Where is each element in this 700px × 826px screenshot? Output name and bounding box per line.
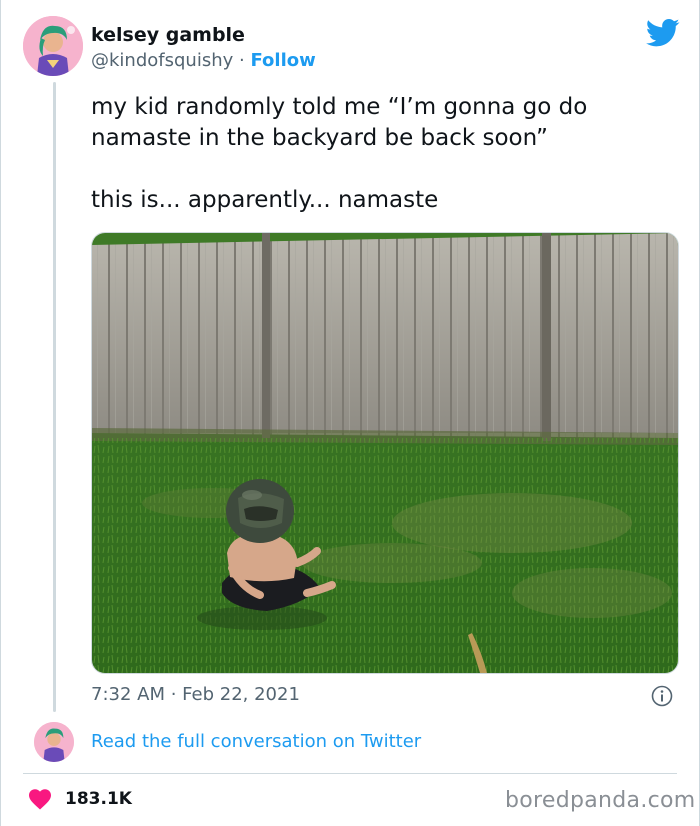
thread-line xyxy=(53,82,56,712)
read-conversation-link[interactable]: Read the full conversation on Twitter xyxy=(91,731,421,752)
author-name[interactable]: kelsey gamble xyxy=(91,24,245,46)
author-handle-row: @kindofsquishy · Follow xyxy=(91,50,316,71)
tweet-line-1: my kid randomly told me “I’m gonna go do… xyxy=(91,94,588,151)
conversation-avatar[interactable] xyxy=(34,722,74,762)
tweet-photo[interactable] xyxy=(91,232,679,674)
author-handle[interactable]: @kindofsquishy xyxy=(91,50,233,71)
follow-button[interactable]: Follow xyxy=(250,50,315,71)
like-count: 183.1K xyxy=(65,789,132,809)
tweet-line-2: this is... apparently... namaste xyxy=(91,187,439,213)
backyard-photo xyxy=(92,233,678,673)
separator-dot: · xyxy=(239,50,245,71)
info-icon[interactable] xyxy=(651,685,673,707)
tweet-text: my kid randomly told me “I’m gonna go do… xyxy=(91,92,681,216)
watermark: boredpanda.com xyxy=(505,788,696,813)
twitter-bird-icon[interactable] xyxy=(646,18,680,48)
author-avatar[interactable] xyxy=(23,16,83,76)
divider xyxy=(23,773,677,774)
tweet-timestamp[interactable]: 7:32 AM · Feb 22, 2021 xyxy=(91,684,300,705)
heart-icon[interactable] xyxy=(28,788,52,810)
tweet-card: kelsey gamble @kindofsquishy · Follow my… xyxy=(0,0,700,826)
